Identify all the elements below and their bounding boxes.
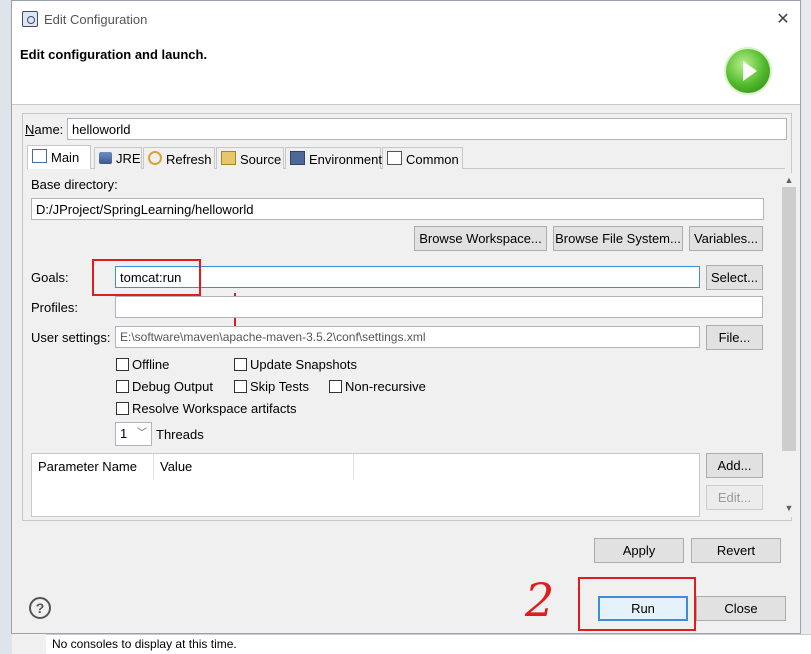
offline-checkbox[interactable] bbox=[116, 358, 129, 371]
header-title: Edit configuration and launch. bbox=[20, 47, 208, 62]
threads-label: Threads bbox=[156, 427, 204, 442]
scroll-up-icon[interactable]: ▲ bbox=[784, 175, 794, 185]
help-icon[interactable]: ? bbox=[29, 597, 51, 619]
tab-common-label: Common bbox=[406, 152, 459, 167]
tab-source[interactable]: Source bbox=[216, 147, 284, 169]
chevron-down-icon: ﹀ bbox=[137, 428, 147, 439]
revert-button[interactable]: Revert bbox=[691, 538, 781, 563]
tab-refresh[interactable]: Refresh bbox=[143, 147, 215, 169]
skip-tests-label: Skip Tests bbox=[250, 379, 310, 394]
base-directory-label: Base directory: bbox=[31, 177, 118, 192]
threads-value: 1 bbox=[120, 426, 128, 441]
profiles-label: Profiles: bbox=[31, 300, 78, 315]
add-parameter-button[interactable]: Add... bbox=[706, 453, 763, 478]
tab-environment[interactable]: Environment bbox=[285, 147, 382, 169]
browse-file-system-button[interactable]: Browse File System... bbox=[553, 226, 683, 251]
goals-field[interactable]: tomcat:run bbox=[115, 266, 700, 288]
update-snapshots-checkbox[interactable] bbox=[234, 358, 247, 371]
threads-select[interactable]: 1 ﹀ bbox=[115, 422, 152, 446]
annotation-step-number: 2 bbox=[525, 573, 555, 627]
common-tab-icon bbox=[387, 151, 402, 165]
eclipse-app-icon bbox=[22, 11, 38, 27]
jre-tab-icon bbox=[99, 152, 112, 164]
column-header-value[interactable]: Value bbox=[154, 454, 354, 479]
debug-output-label: Debug Output bbox=[132, 379, 213, 394]
edit-configuration-dialog: Edit Configuration ✕ Edit configuration … bbox=[11, 0, 801, 634]
main-tab-icon bbox=[32, 149, 47, 163]
profiles-field[interactable] bbox=[115, 296, 763, 318]
resolve-workspace-checkbox[interactable] bbox=[116, 402, 129, 415]
tab-jre-label: JRE bbox=[116, 151, 141, 166]
resolve-workspace-label: Resolve Workspace artifacts bbox=[132, 401, 297, 416]
name-label: Name: bbox=[25, 122, 64, 137]
tab-main[interactable]: Main bbox=[27, 145, 91, 169]
skip-tests-checkbox[interactable] bbox=[234, 380, 247, 393]
scrollbar-thumb[interactable] bbox=[782, 187, 796, 451]
edit-parameter-button: Edit... bbox=[706, 485, 763, 510]
name-label-rest: ame: bbox=[34, 122, 64, 137]
source-tab-icon bbox=[221, 151, 236, 165]
window-title: Edit Configuration bbox=[44, 12, 148, 27]
tab-main-label: Main bbox=[51, 150, 80, 165]
offline-label: Offline bbox=[132, 357, 170, 372]
tab-source-label: Source bbox=[240, 152, 282, 167]
tab-common[interactable]: Common bbox=[382, 147, 463, 169]
tab-jre[interactable]: JRE bbox=[94, 147, 142, 169]
close-button[interactable]: Close bbox=[696, 596, 786, 621]
user-settings-label: User settings: bbox=[31, 330, 111, 345]
column-header-parameter-name[interactable]: Parameter Name bbox=[32, 454, 154, 479]
non-recursive-label: Non-recursive bbox=[345, 379, 426, 394]
console-panel: No consoles to display at this time. bbox=[46, 634, 811, 654]
annotation-goals-highlight bbox=[92, 259, 201, 296]
tab-refresh-label: Refresh bbox=[166, 152, 212, 167]
title-bar: Edit Configuration ✕ bbox=[12, 1, 800, 39]
console-message: No consoles to display at this time. bbox=[52, 637, 237, 651]
close-icon[interactable]: ✕ bbox=[772, 9, 794, 31]
environment-tab-icon bbox=[290, 151, 305, 165]
goals-label: Goals: bbox=[31, 270, 69, 285]
update-snapshots-label: Update Snapshots bbox=[250, 357, 357, 372]
annotation-run-highlight bbox=[578, 577, 696, 631]
run-launch-icon bbox=[726, 49, 770, 93]
browse-workspace-button[interactable]: Browse Workspace... bbox=[414, 226, 547, 251]
base-directory-field[interactable]: D:/JProject/SpringLearning/helloworld bbox=[31, 198, 764, 220]
select-goals-button[interactable]: Select... bbox=[706, 265, 763, 290]
name-field[interactable]: helloworld bbox=[67, 118, 787, 140]
apply-button[interactable]: Apply bbox=[594, 538, 684, 563]
tab-environment-label: Environment bbox=[309, 152, 382, 167]
non-recursive-checkbox[interactable] bbox=[329, 380, 342, 393]
debug-output-checkbox[interactable] bbox=[116, 380, 129, 393]
file-button[interactable]: File... bbox=[706, 325, 763, 350]
user-settings-field[interactable]: E:\software\maven\apache-maven-3.5.2\con… bbox=[115, 326, 700, 348]
refresh-tab-icon bbox=[148, 151, 162, 165]
parameter-table[interactable]: Parameter Name Value bbox=[31, 453, 700, 517]
dialog-header: Edit configuration and launch. bbox=[12, 39, 800, 105]
scroll-down-icon[interactable]: ▼ bbox=[784, 503, 794, 513]
variables-button[interactable]: Variables... bbox=[689, 226, 763, 251]
